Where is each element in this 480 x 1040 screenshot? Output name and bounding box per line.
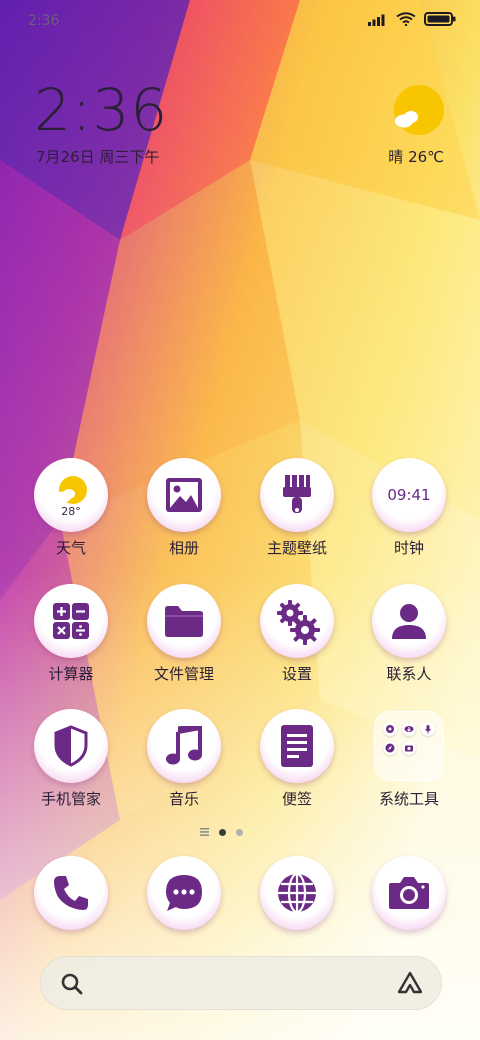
shield-icon (34, 709, 108, 783)
safari-mini-icon (383, 741, 397, 755)
weather-icon: 28° (34, 458, 108, 532)
app-security[interactable]: 手机管家 (21, 709, 121, 809)
weather-temp: 28° (61, 505, 81, 518)
app-clock[interactable]: 09:41 时钟 (359, 458, 459, 558)
app-label: 相册 (168, 539, 199, 557)
dock-browser[interactable] (247, 856, 347, 930)
clock-widget[interactable]: 2:36 (34, 78, 168, 142)
app-settings[interactable]: 设置 (247, 584, 347, 684)
cloud-download-mini-icon (402, 722, 416, 736)
app-files[interactable]: 文件管理 (134, 584, 234, 684)
folder-system-tools-icon (374, 711, 444, 781)
app-label: 主题壁纸 (266, 539, 327, 557)
page-dot-active[interactable] (219, 828, 226, 836)
compass-mini-icon (383, 722, 397, 736)
app-label: 文件管理 (153, 665, 214, 683)
message-icon (147, 856, 221, 930)
phone-icon (34, 856, 108, 930)
app-folder-system-tools[interactable]: 系统工具 (359, 709, 459, 809)
person-icon (372, 584, 446, 658)
app-label: 计算器 (48, 665, 94, 683)
app-label: 音乐 (168, 790, 199, 808)
camera-icon (372, 856, 446, 930)
gallery-icon (147, 458, 221, 532)
battery-icon (424, 12, 456, 26)
notes-icon (260, 709, 334, 783)
weather-widget[interactable] (390, 84, 446, 142)
status-bar: 2:36 (0, 0, 480, 42)
clock-icon: 09:41 (372, 458, 446, 532)
wifi-icon (396, 12, 416, 26)
app-weather[interactable]: 28° 天气 (21, 458, 121, 558)
microphone-mini-icon (421, 722, 435, 736)
browser-icon (260, 856, 334, 930)
app-gallery[interactable]: 相册 (134, 458, 234, 558)
app-label: 便签 (281, 790, 312, 808)
menu-lines-icon (200, 828, 209, 836)
page-indicator[interactable] (200, 828, 243, 836)
calculator-icon (34, 584, 108, 658)
app-label: 手机管家 (40, 790, 101, 808)
weather-text: 晴 26℃ (388, 148, 444, 166)
folder-icon (147, 584, 221, 658)
dock-messages[interactable] (134, 856, 234, 930)
music-icon (147, 709, 221, 783)
sun-cloud-icon (394, 85, 444, 135)
assistant-icon[interactable] (396, 970, 424, 996)
gear-icon (260, 584, 334, 658)
status-icons (368, 12, 456, 26)
app-label: 天气 (55, 539, 86, 557)
app-label: 联系人 (386, 665, 432, 683)
app-label: 系统工具 (378, 790, 439, 808)
dock-phone[interactable] (21, 856, 121, 930)
clock-app-time: 09:41 (387, 486, 431, 504)
camera-mini-icon (402, 741, 416, 755)
app-contacts[interactable]: 联系人 (359, 584, 459, 684)
search-bar[interactable] (40, 956, 442, 1010)
brush-icon (260, 458, 334, 532)
app-label: 时钟 (393, 539, 424, 557)
search-icon[interactable] (60, 972, 84, 996)
app-calculator[interactable]: 计算器 (21, 584, 121, 684)
page-dot[interactable] (236, 828, 243, 836)
app-notes[interactable]: 便签 (247, 709, 347, 809)
date-label: 7月26日 周三下午 (36, 148, 160, 166)
app-label: 设置 (281, 665, 312, 683)
signal-icon (368, 14, 385, 26)
status-time: 2:36 (28, 13, 60, 29)
app-music[interactable]: 音乐 (134, 709, 234, 809)
app-themes[interactable]: 主题壁纸 (247, 458, 347, 558)
dock-camera[interactable] (359, 856, 459, 930)
